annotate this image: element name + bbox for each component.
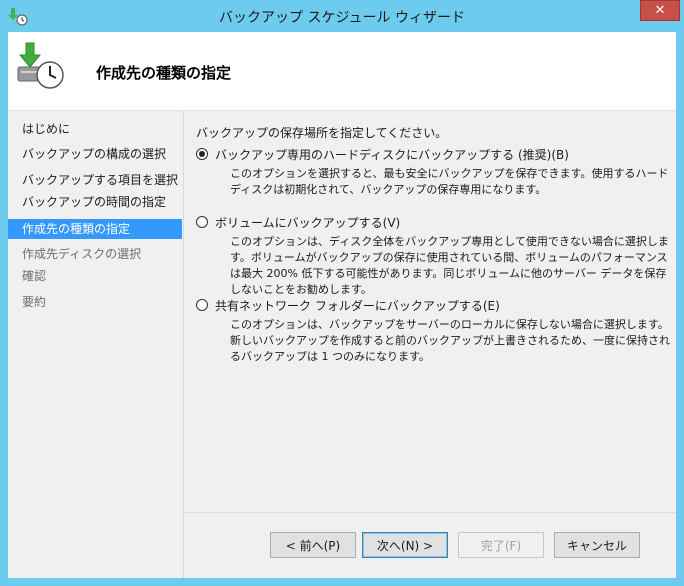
option-label[interactable]: 共有ネットワーク フォルダーにバックアップする(E): [215, 297, 500, 314]
wizard-steps: はじめに バックアップの構成の選択 バックアップする項目を選択 バックアップの時…: [8, 111, 183, 578]
radio-volume[interactable]: [196, 216, 208, 228]
wizard-client: 作成先の種類の指定 はじめに バックアップの構成の選択 バックアップする項目を選…: [8, 32, 676, 578]
option-description: このオプションは、バックアップをサーバーのローカルに保存しない場合に選択します。…: [230, 318, 670, 363]
backup-clock-icon: [16, 41, 66, 91]
radio-network-share[interactable]: [196, 299, 208, 311]
option-description: このオプションは、ディスク全体をバックアップ専用として使用できない場合に選択しま…: [230, 235, 669, 296]
window-title: バックアップ スケジュール ウィザード: [219, 10, 465, 26]
wizard-header: 作成先の種類の指定: [8, 32, 676, 110]
prompt-text: バックアップの保存場所を指定してください。: [196, 126, 448, 140]
next-button[interactable]: 次へ(N) >: [362, 532, 448, 558]
step-confirmation: 確認: [22, 269, 47, 283]
step-destination-disk: 作成先ディスクの選択: [22, 247, 142, 261]
content-pane: バックアップの保存場所を指定してください。 バックアップ専用のハードディスクにバ…: [184, 111, 676, 511]
option-label[interactable]: バックアップ専用のハードディスクにバックアップする (推奨)(B): [215, 146, 569, 163]
footer-divider: [184, 512, 676, 513]
step-destination-type[interactable]: 作成先の種類の指定: [8, 219, 182, 239]
back-button[interactable]: < 前へ(P): [270, 532, 356, 558]
step-backup-time[interactable]: バックアップの時間の指定: [8, 192, 182, 212]
option-description: このオプションを選択すると、最も安全にバックアップを保存できます。使用するハード…: [230, 167, 669, 196]
step-backup-config[interactable]: バックアップの構成の選択: [8, 144, 182, 164]
option-network-share[interactable]: 共有ネットワーク フォルダーにバックアップする(E) このオプションは、バックア…: [196, 297, 670, 373]
step-summary: 要約: [22, 295, 47, 309]
finish-button: 完了(F): [458, 532, 544, 558]
option-volume[interactable]: ボリュームにバックアップする(V) このオプションは、ディスク全体をバックアップ…: [196, 214, 669, 296]
close-icon: ✕: [654, 3, 666, 18]
wizard-window: バックアップ スケジュール ウィザード ✕ 作成先の種類の指定 はじめに バック…: [0, 0, 684, 586]
step-getting-started[interactable]: はじめに: [8, 119, 182, 139]
option-label[interactable]: ボリュームにバックアップする(V): [215, 214, 400, 231]
title-bar[interactable]: バックアップ スケジュール ウィザード ✕: [0, 0, 684, 32]
radio-dedicated-disk[interactable]: [196, 148, 208, 160]
close-button[interactable]: ✕: [640, 0, 680, 21]
page-title: 作成先の種類の指定: [96, 64, 232, 82]
step-select-items[interactable]: バックアップする項目を選択: [8, 170, 182, 190]
cancel-button[interactable]: キャンセル: [554, 532, 640, 558]
option-dedicated-disk[interactable]: バックアップ専用のハードディスクにバックアップする (推奨)(B) このオプショ…: [196, 146, 668, 206]
